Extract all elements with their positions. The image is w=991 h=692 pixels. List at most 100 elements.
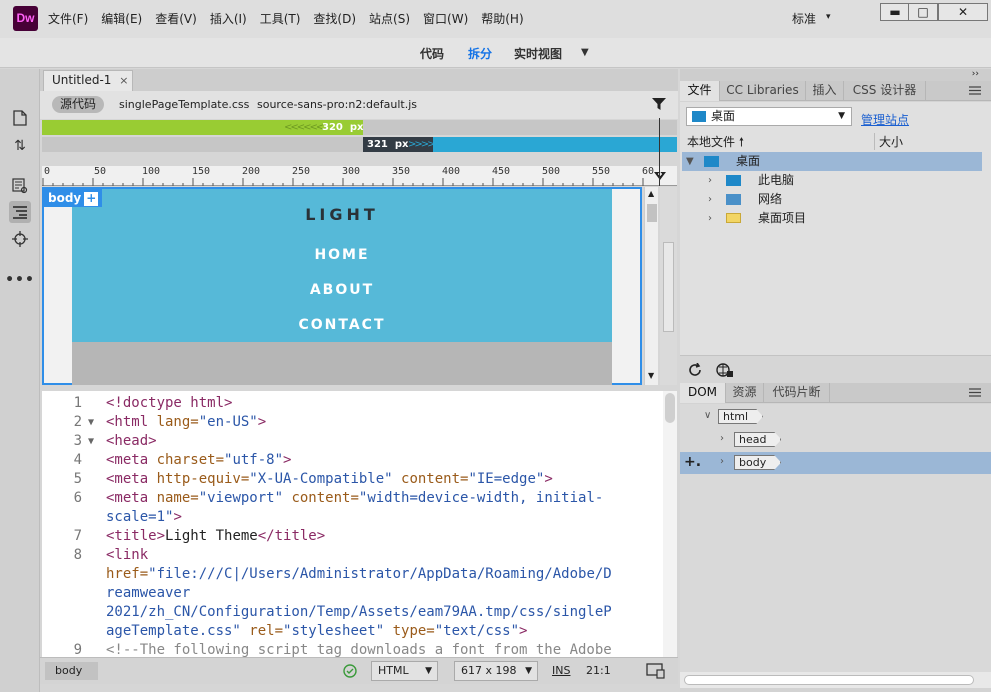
preview-icon[interactable] [646,663,666,679]
tab-assets[interactable]: 资源 [726,383,764,403]
nav-link-about[interactable]: ABOUT [72,282,612,298]
file-transfer-icon[interactable]: ⇅ [9,135,31,157]
scroll-down-icon[interactable]: ▼ [648,371,654,380]
live-view-button[interactable]: 实时视图 [514,45,562,62]
collapse-panels-icon[interactable]: ›› [972,69,979,79]
manage-sites-link[interactable]: 管理站点 [861,111,909,128]
menu-tools[interactable]: 工具(T) [260,10,301,27]
site-title[interactable]: LIGHT [72,205,612,224]
target-icon[interactable] [9,228,31,250]
scrollbar-thumb[interactable] [647,204,657,222]
more-tools-icon[interactable]: ••• [5,269,34,291]
site-select[interactable]: 桌面 ▼ [686,107,852,126]
nav-link-contact[interactable]: CONTACT [72,317,612,333]
maximize-button[interactable]: □ [908,3,938,21]
code-line[interactable]: 7 <title>Light Theme</title> [42,527,662,546]
split-view-scrollbar[interactable] [660,187,677,385]
tab-files[interactable]: 文件 [680,81,720,101]
tab-css-designer[interactable]: CSS 设计器 [844,81,926,101]
document-tab[interactable]: Untitled-1 × [43,70,133,91]
tree-toggle-icon[interactable]: › [708,171,712,190]
code-line[interactable]: 2021/zh_CN/Configuration/Temp/Assets/eam… [42,603,662,622]
fold-toggle-icon[interactable]: ▼ [88,432,94,451]
panel-horizontal-scrollbar[interactable] [680,672,991,688]
live-view-scrollbar[interactable]: ▲ ▼ [644,187,658,385]
ruler-width-marker-icon[interactable] [654,166,666,186]
panel-menu-icon[interactable] [969,86,981,95]
menu-find[interactable]: 查找(D) [313,10,356,27]
media-query-max-bar[interactable]: <<<<<< 320 px [42,120,677,135]
scroll-up-icon[interactable]: ▲ [648,189,654,198]
tree-toggle-icon[interactable]: › [708,209,712,228]
element-tag-badge[interactable]: body + [44,189,103,207]
code-line[interactable]: 9 <!--The following script tag downloads … [42,641,662,657]
tree-toggle-icon[interactable]: ▼ [686,152,694,171]
dom-node[interactable]: › head [680,429,991,451]
dom-toggle-icon[interactable]: › [720,433,724,444]
dom-node[interactable]: ∨ html [680,406,991,428]
code-line[interactable]: 3 ▼ <head> [42,432,662,451]
tree-item[interactable]: › 此电脑 [682,171,982,190]
code-line[interactable]: ageTemplate.css" rel="stylesheet" type="… [42,622,662,641]
tab-snippets[interactable]: 代码片断 [764,383,830,403]
scrollbar-thumb[interactable] [684,675,974,685]
code-view-scrollbar[interactable] [663,391,677,657]
nav-link-home[interactable]: HOME [72,247,612,263]
chevron-down-icon[interactable]: ▼ [581,47,589,58]
code-line[interactable]: 8 <link [42,546,662,565]
code-view-button[interactable]: 代码 [420,45,444,62]
code-line[interactable]: 5 <meta http-equiv="X-UA-Compatible" cont… [42,470,662,489]
menu-file[interactable]: 文件(F) [48,10,88,27]
dom-tag[interactable]: body [734,455,782,470]
dom-toggle-icon[interactable]: › [720,456,724,467]
media-query-min-bar[interactable]: 321 px >>>>> [42,137,677,152]
menu-help[interactable]: 帮助(H) [481,10,523,27]
insert-mode-toggle[interactable]: INS [552,664,570,677]
dom-tag[interactable]: head [734,432,782,447]
close-icon[interactable]: × [119,74,128,87]
source-code-button[interactable]: 源代码 [52,96,105,113]
split-scrollbar-thumb[interactable] [663,242,674,332]
code-line[interactable]: reamweaver [42,584,662,603]
code-line[interactable]: 1 <!doctype html> [42,394,662,413]
chevron-down-icon[interactable]: ▾ [826,12,831,22]
scrollbar-thumb[interactable] [665,393,675,423]
close-window-button[interactable]: ✕ [938,3,988,21]
code-line[interactable]: 4 <meta charset="utf-8"> [42,451,662,470]
dom-tag[interactable]: html [718,409,764,424]
tag-selector[interactable]: body [45,662,99,680]
code-line[interactable]: 2 ▼ <html lang="en-US"> [42,413,662,432]
tab-cc-libraries[interactable]: CC Libraries [720,81,806,101]
split-view-button[interactable]: 拆分 [468,45,492,62]
refresh-icon[interactable] [688,363,702,377]
panel-menu-icon[interactable] [969,388,981,397]
connect-server-icon[interactable] [716,362,734,378]
open-document-icon[interactable] [9,107,31,129]
window-size-select[interactable]: 617 x 198 ▼ [454,661,538,681]
tab-dom[interactable]: DOM [680,383,726,403]
inspect-icon[interactable] [9,175,31,197]
dom-node[interactable]: › body +. [680,452,991,474]
check-circle-icon[interactable] [343,664,357,678]
related-file-js[interactable]: source-sans-pro:n2:default.js [257,98,417,111]
document-type-select[interactable]: HTML ▼ [371,661,438,681]
column-local-files[interactable]: 本地文件 🠕 [687,133,744,154]
tree-item[interactable]: › 网络 [682,190,982,209]
menu-insert[interactable]: 插入(I) [210,10,247,27]
format-source-icon[interactable] [9,201,31,223]
tree-item[interactable]: › 桌面项目 [682,209,982,228]
related-file-css[interactable]: singlePageTemplate.css [119,98,249,111]
add-element-button[interactable]: + [84,192,99,206]
live-page-header[interactable]: LIGHT HOME ABOUT CONTACT [72,189,612,342]
tree-item[interactable]: ▼ 桌面 [682,152,982,171]
add-dom-element-button[interactable]: +. [684,454,701,470]
menu-edit[interactable]: 编辑(E) [101,10,142,27]
filter-icon[interactable] [652,97,666,111]
code-line[interactable]: scale=1"> [42,508,662,527]
code-line[interactable]: href="file:///C|/Users/Administrator/App… [42,565,662,584]
live-view-pane[interactable]: LIGHT HOME ABOUT CONTACT body + [42,187,642,385]
tab-insert[interactable]: 插入 [806,81,844,101]
fold-toggle-icon[interactable]: ▼ [88,413,94,432]
workspace-switcher[interactable]: 标准 [792,10,816,27]
column-size[interactable]: 大小 [874,133,903,150]
